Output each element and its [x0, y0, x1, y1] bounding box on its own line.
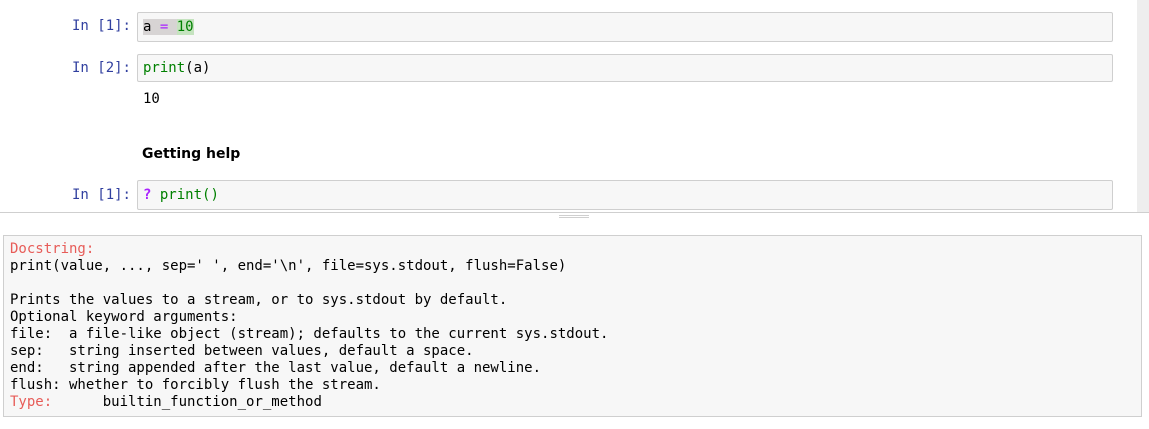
pager-type-row: Type: builtin_function_or_method [10, 394, 1135, 411]
cell-3-code-func: print() [159, 187, 219, 203]
cell-1-code-input[interactable]: a = 10 [137, 12, 1113, 42]
cell-2-code-input[interactable]: print(a) [137, 54, 1113, 82]
pager-type-label: Type: [10, 394, 53, 410]
pager-line-end: end: string appended after the last valu… [10, 360, 542, 376]
markdown-heading-getting-help: Getting help [142, 146, 241, 162]
cell-3-code-input[interactable]: ? print() [137, 180, 1113, 210]
pager-line-sep: sep: string inserted between values, def… [10, 343, 474, 359]
pager-type-padding [52, 394, 103, 410]
notebook-scrollbar[interactable] [1137, 0, 1149, 212]
divider-grip-icon[interactable] [559, 215, 589, 218]
cell-3-prompt: In [1]: [71, 187, 131, 203]
pager-line-optional: Optional keyword arguments: [10, 309, 238, 325]
cell-2-code-func: print [143, 60, 186, 76]
pager-type-value: builtin_function_or_method [102, 394, 322, 410]
cell-2-output: 10 [143, 91, 160, 107]
notebook-panel: In [1]: a = 10 In [2]: print(a) 10 Getti… [0, 0, 1149, 212]
cell-2-prompt: In [2]: [71, 60, 131, 76]
help-pager: Docstring: print(value, ..., sep=' ', end… [3, 235, 1142, 417]
cell-1-prompt: In [1]: [71, 18, 131, 34]
pager-signature: print(value, ..., sep=' ', end='\n', fil… [10, 258, 567, 274]
pager-line-flush: flush: whether to forcibly flush the str… [10, 377, 381, 393]
pager-line-file: file: a file-like object (stream); defau… [10, 326, 609, 342]
pager-resize-divider[interactable] [0, 212, 1149, 220]
cell-2-code-close-paren: ) [202, 60, 211, 76]
pager-line-description: Prints the values to a stream, or to sys… [10, 292, 508, 308]
cell-2-code-arg: a [193, 60, 203, 76]
cell-1-code-value: 10 [176, 19, 194, 35]
cell-2-code-open-paren: ( [185, 60, 194, 76]
pager-docstring-label: Docstring: [10, 241, 95, 257]
pager-blank-line [10, 275, 1135, 292]
